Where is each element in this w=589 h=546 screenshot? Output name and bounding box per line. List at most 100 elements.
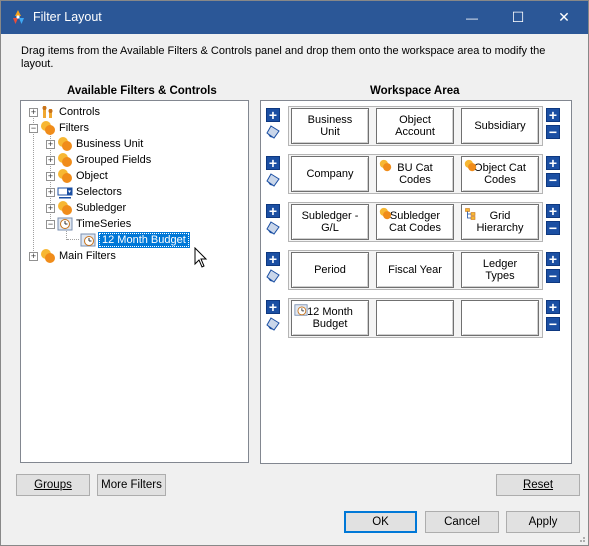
add-row-button[interactable]: + — [266, 300, 280, 314]
filter-icon — [379, 159, 392, 172]
workspace-area-header: Workspace Area — [370, 85, 460, 97]
filter-folder-icon — [41, 121, 55, 135]
filter-folder-icon — [41, 249, 55, 263]
workspace-cell-object-cat-codes[interactable]: Object Cat Codes — [461, 156, 539, 192]
expand-icon[interactable]: + — [29, 251, 38, 261]
add-column-button[interactable]: + — [546, 108, 560, 122]
add-column-button[interactable]: + — [546, 252, 560, 266]
collapse-icon[interactable]: − — [46, 219, 55, 229]
workspace-cell-grid-hierarchy[interactable]: Grid Hierarchy — [461, 204, 539, 240]
close-icon: ✕ — [558, 9, 570, 25]
workspace-cell-empty[interactable] — [376, 300, 454, 336]
instructions-text: Drag items from the Available Filters & … — [21, 45, 546, 70]
tree-node-label: Filters — [59, 122, 89, 134]
expand-icon[interactable]: + — [46, 155, 55, 165]
groups-button[interactable]: Groups — [16, 474, 90, 496]
workspace-cell-bu-cat-codes[interactable]: BU Cat Codes — [376, 156, 454, 192]
tree-node-label: 12 Month Budget — [98, 232, 190, 248]
filter-folder-icon — [58, 201, 72, 215]
remove-column-button[interactable]: − — [546, 269, 560, 283]
tree-node-label: Business Unit — [76, 138, 144, 150]
ok-button[interactable]: OK — [344, 511, 417, 533]
filter-folder-icon — [58, 169, 72, 183]
workspace-cell-subledger-cat-codes[interactable]: Subledger Cat Codes — [376, 204, 454, 240]
cancel-button[interactable]: Cancel — [425, 511, 499, 533]
filter-folder-icon — [58, 137, 72, 151]
add-row-above-button[interactable]: + — [266, 108, 280, 122]
add-row-button[interactable]: + — [266, 204, 280, 218]
tree-node-selectors[interactable]: + Selectors — [46, 184, 122, 200]
window-title: Filter Layout — [33, 10, 102, 24]
minimize-button[interactable]: — — [449, 1, 495, 34]
workspace-cell-company[interactable]: Company — [291, 156, 369, 192]
selector-icon — [57, 187, 73, 199]
tree-node-label: Grouped Fields — [76, 154, 152, 166]
tree-node-label: Controls — [59, 106, 100, 118]
tree-node-label: TimeSeries — [76, 218, 132, 230]
available-filters-header: Available Filters & Controls — [67, 85, 217, 97]
resize-grip-icon[interactable] — [576, 533, 586, 543]
tree-node-business-unit[interactable]: + Business Unit — [46, 136, 143, 152]
eraser-icon[interactable] — [266, 173, 280, 187]
calendar-icon — [294, 304, 308, 316]
reset-button[interactable]: Reset — [496, 474, 580, 496]
title-bar[interactable]: Filter Layout — ☐ ✕ — [1, 1, 588, 34]
tree-node-timeseries[interactable]: − TimeSeries — [46, 216, 131, 232]
tree-node-label: Main Filters — [59, 250, 116, 262]
expand-icon[interactable]: + — [46, 171, 55, 181]
maximize-button[interactable]: ☐ — [495, 1, 541, 34]
hierarchy-icon — [465, 208, 476, 220]
apply-button[interactable]: Apply — [506, 511, 580, 533]
workspace-cell-object-account[interactable]: Object Account — [376, 108, 454, 144]
expand-icon[interactable]: + — [29, 107, 38, 117]
remove-column-button[interactable]: − — [546, 173, 560, 187]
available-filters-tree[interactable]: + Controls − Filters + Business Unit + G… — [20, 100, 249, 463]
add-row-button[interactable]: + — [266, 156, 280, 170]
tree-node-12-month-budget[interactable]: 12 Month Budget — [80, 232, 190, 248]
workspace-cell-business-unit[interactable]: Business Unit — [291, 108, 369, 144]
tree-node-controls[interactable]: + Controls — [29, 104, 100, 120]
expand-icon[interactable]: + — [46, 187, 55, 197]
filter-layout-window: Filter Layout — ☐ ✕ Drag items from the … — [0, 0, 589, 546]
eraser-icon[interactable] — [266, 317, 280, 331]
workspace-cell-ledger-types[interactable]: Ledger Types — [461, 252, 539, 288]
eraser-icon[interactable] — [266, 221, 280, 235]
filter-icon — [379, 207, 392, 220]
workspace-cell-subledger-gl[interactable]: Subledger - G/L — [291, 204, 369, 240]
tree-node-subledger[interactable]: + Subledger — [46, 200, 126, 216]
calendar-icon — [80, 233, 96, 247]
eraser-icon[interactable] — [266, 269, 280, 283]
filter-icon — [464, 159, 477, 172]
eraser-icon[interactable] — [266, 125, 280, 139]
expand-icon[interactable]: + — [46, 203, 55, 213]
add-column-button[interactable]: + — [546, 300, 560, 314]
app-icon — [13, 10, 24, 24]
tree-node-filters[interactable]: − Filters — [29, 120, 89, 136]
tree-node-object[interactable]: + Object — [46, 168, 108, 184]
tree-node-grouped-fields[interactable]: + Grouped Fields — [46, 152, 151, 168]
workspace-cell-empty[interactable] — [461, 300, 539, 336]
filter-folder-icon — [58, 153, 72, 167]
remove-column-button[interactable]: − — [546, 125, 560, 139]
add-row-button[interactable]: + — [266, 252, 280, 266]
maximize-icon: ☐ — [511, 9, 525, 25]
expand-icon[interactable]: + — [46, 139, 55, 149]
workspace-cell-12-month-budget[interactable]: 12 Month Budget — [291, 300, 369, 336]
remove-column-button[interactable]: − — [546, 317, 560, 331]
remove-column-button[interactable]: − — [546, 221, 560, 235]
minimize-icon: — — [466, 10, 478, 25]
collapse-icon[interactable]: − — [29, 123, 38, 133]
tree-node-label: Object — [76, 170, 108, 182]
workspace-cell-fiscal-year[interactable]: Fiscal Year — [376, 252, 454, 288]
controls-icon — [42, 106, 53, 118]
tree-node-label: Subledger — [76, 202, 127, 214]
add-column-button[interactable]: + — [546, 156, 560, 170]
more-filters-button[interactable]: More Filters — [97, 474, 166, 496]
tree-node-label: Selectors — [76, 186, 122, 198]
add-column-button[interactable]: + — [546, 204, 560, 218]
tree-node-main-filters[interactable]: + Main Filters — [29, 248, 116, 264]
workspace-cell-period[interactable]: Period — [291, 252, 369, 288]
mouse-cursor-icon — [194, 247, 208, 268]
workspace-cell-subsidiary[interactable]: Subsidiary — [461, 108, 539, 144]
close-button[interactable]: ✕ — [541, 1, 587, 34]
